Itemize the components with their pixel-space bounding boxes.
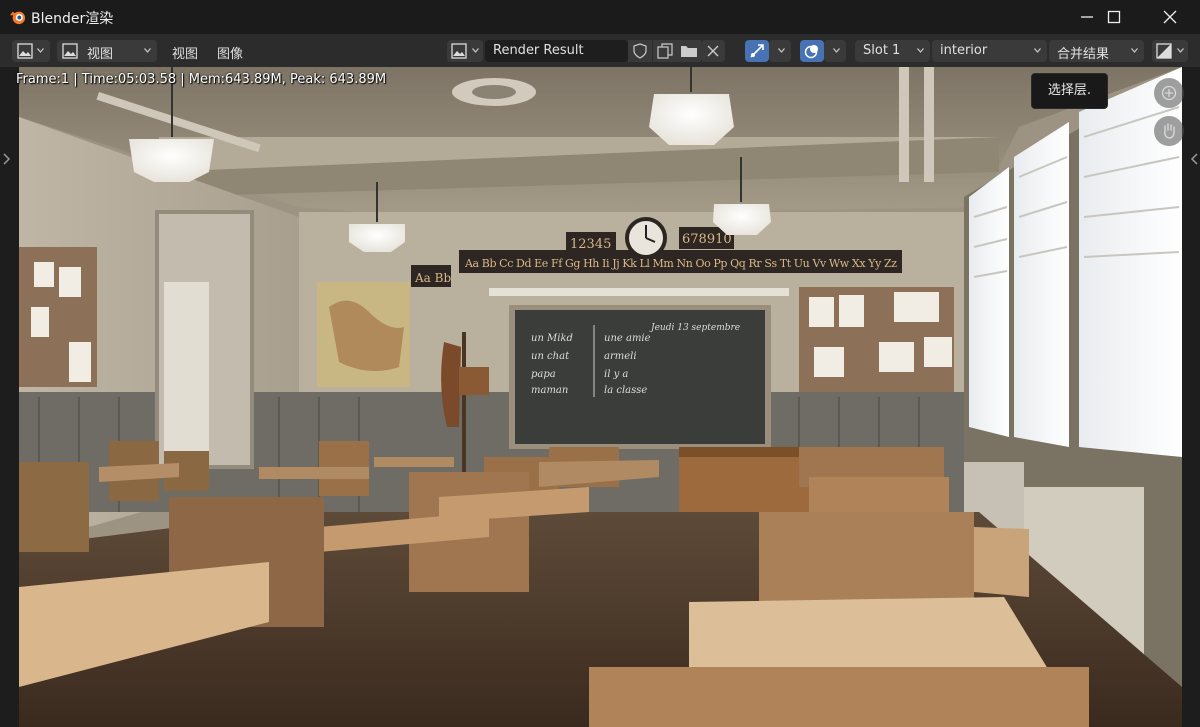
window-title: Blender渲染	[31, 11, 114, 27]
image-editor-icon	[17, 43, 33, 59]
color-alpha-icon	[1156, 43, 1172, 59]
image-viewport[interactable]: Aa Bb Aa Bb Cc Dd Ee Ff Gg Hh Ii Jj Kk L…	[0, 67, 1200, 727]
board-date: Jeudi 13 septembre	[649, 323, 740, 333]
maximize-button[interactable]	[1086, 0, 1142, 34]
folder-icon	[681, 46, 697, 57]
render-pass-dropdown[interactable]: 合并结果	[1049, 40, 1144, 62]
shield-icon	[633, 43, 647, 59]
unlink-image-button[interactable]	[701, 40, 725, 62]
chevron-down-icon	[917, 48, 924, 53]
display-channels-dropdown[interactable]	[1152, 40, 1188, 62]
chevron-down-icon	[1131, 48, 1138, 53]
image-name: Render Result	[493, 43, 584, 58]
board-word: un chat	[531, 351, 570, 362]
blender-logo-icon	[10, 11, 26, 25]
new-image-button[interactable]	[653, 40, 677, 62]
overlays-dropdown[interactable]	[824, 40, 846, 62]
maximize-icon	[1107, 10, 1121, 24]
number-strip-left: 12345	[570, 237, 611, 252]
view-layer-dropdown[interactable]: interior	[932, 40, 1047, 62]
board-word: la classe	[604, 385, 647, 396]
alphabet-strip-start: Aa Bb	[414, 271, 451, 285]
alphabet-strip: Aa Bb Cc Dd Ee Ff Gg Hh Ii Jj Kk Ll Mm N…	[464, 257, 897, 270]
slot-dropdown[interactable]: Slot 1	[855, 40, 930, 62]
zoom-icon	[1161, 85, 1177, 101]
image-browse-icon	[451, 43, 467, 59]
number-strip-right: 678910	[682, 232, 732, 247]
open-image-button[interactable]	[677, 40, 701, 62]
chevron-down-icon	[472, 48, 479, 53]
pan-hand-icon	[1164, 123, 1175, 139]
pan-button[interactable]	[1154, 116, 1184, 146]
window-title-bar: Blender渲染	[0, 0, 1200, 34]
overlays-icon	[804, 45, 818, 59]
board-word: armeli	[604, 351, 637, 362]
close-icon	[1163, 10, 1177, 24]
chevron-down-icon	[1177, 48, 1184, 53]
view-mode-icon	[62, 43, 78, 59]
duplicate-icon	[657, 43, 673, 59]
fake-user-button[interactable]	[628, 40, 652, 62]
editor-type-dropdown[interactable]	[12, 40, 50, 62]
mode-label: 视图	[87, 47, 114, 62]
menu-view[interactable]: 视图	[172, 43, 198, 62]
chevron-down-icon	[833, 48, 840, 53]
gizmo-dropdown[interactable]	[769, 40, 791, 62]
slot-label: Slot 1	[863, 43, 901, 58]
browse-image-dropdown[interactable]	[447, 40, 483, 62]
close-icon	[707, 45, 719, 57]
gizmo-toggle-button[interactable]	[745, 40, 769, 62]
board-word: maman	[531, 385, 568, 396]
chevron-down-icon	[778, 48, 785, 53]
sidebar-expand-icon[interactable]	[1189, 152, 1199, 166]
menu-image[interactable]: 图像	[217, 43, 243, 62]
board-word: il y a	[604, 369, 628, 380]
chevron-down-icon	[144, 48, 151, 53]
image-editor-header: 视图 视图 图像 Render Result Slot 1 interior 合…	[0, 34, 1200, 67]
gizmo-icon	[750, 44, 764, 58]
zoom-button[interactable]	[1154, 78, 1184, 108]
image-name-field[interactable]: Render Result	[485, 40, 628, 62]
overlays-toggle-button[interactable]	[800, 40, 824, 62]
chevron-down-icon	[1034, 48, 1041, 53]
render-stats: Frame:1 | Time:05:03.58 | Mem:643.89M, P…	[16, 72, 387, 87]
view-layer-label: interior	[940, 43, 988, 58]
board-word: un Mikd	[531, 333, 573, 344]
tooltip: 选择层.	[1031, 73, 1108, 109]
chevron-down-icon	[37, 48, 44, 53]
render-pass-label: 合并结果	[1057, 47, 1110, 62]
render-result-image: Aa Bb Aa Bb Cc Dd Ee Ff Gg Hh Ii Jj Kk L…	[19, 67, 1182, 727]
board-word: papa	[531, 369, 556, 380]
toolbar-expand-icon[interactable]	[2, 152, 12, 166]
board-word: une amie	[604, 333, 651, 344]
mode-dropdown[interactable]: 视图	[57, 40, 157, 62]
close-button[interactable]	[1142, 0, 1198, 34]
